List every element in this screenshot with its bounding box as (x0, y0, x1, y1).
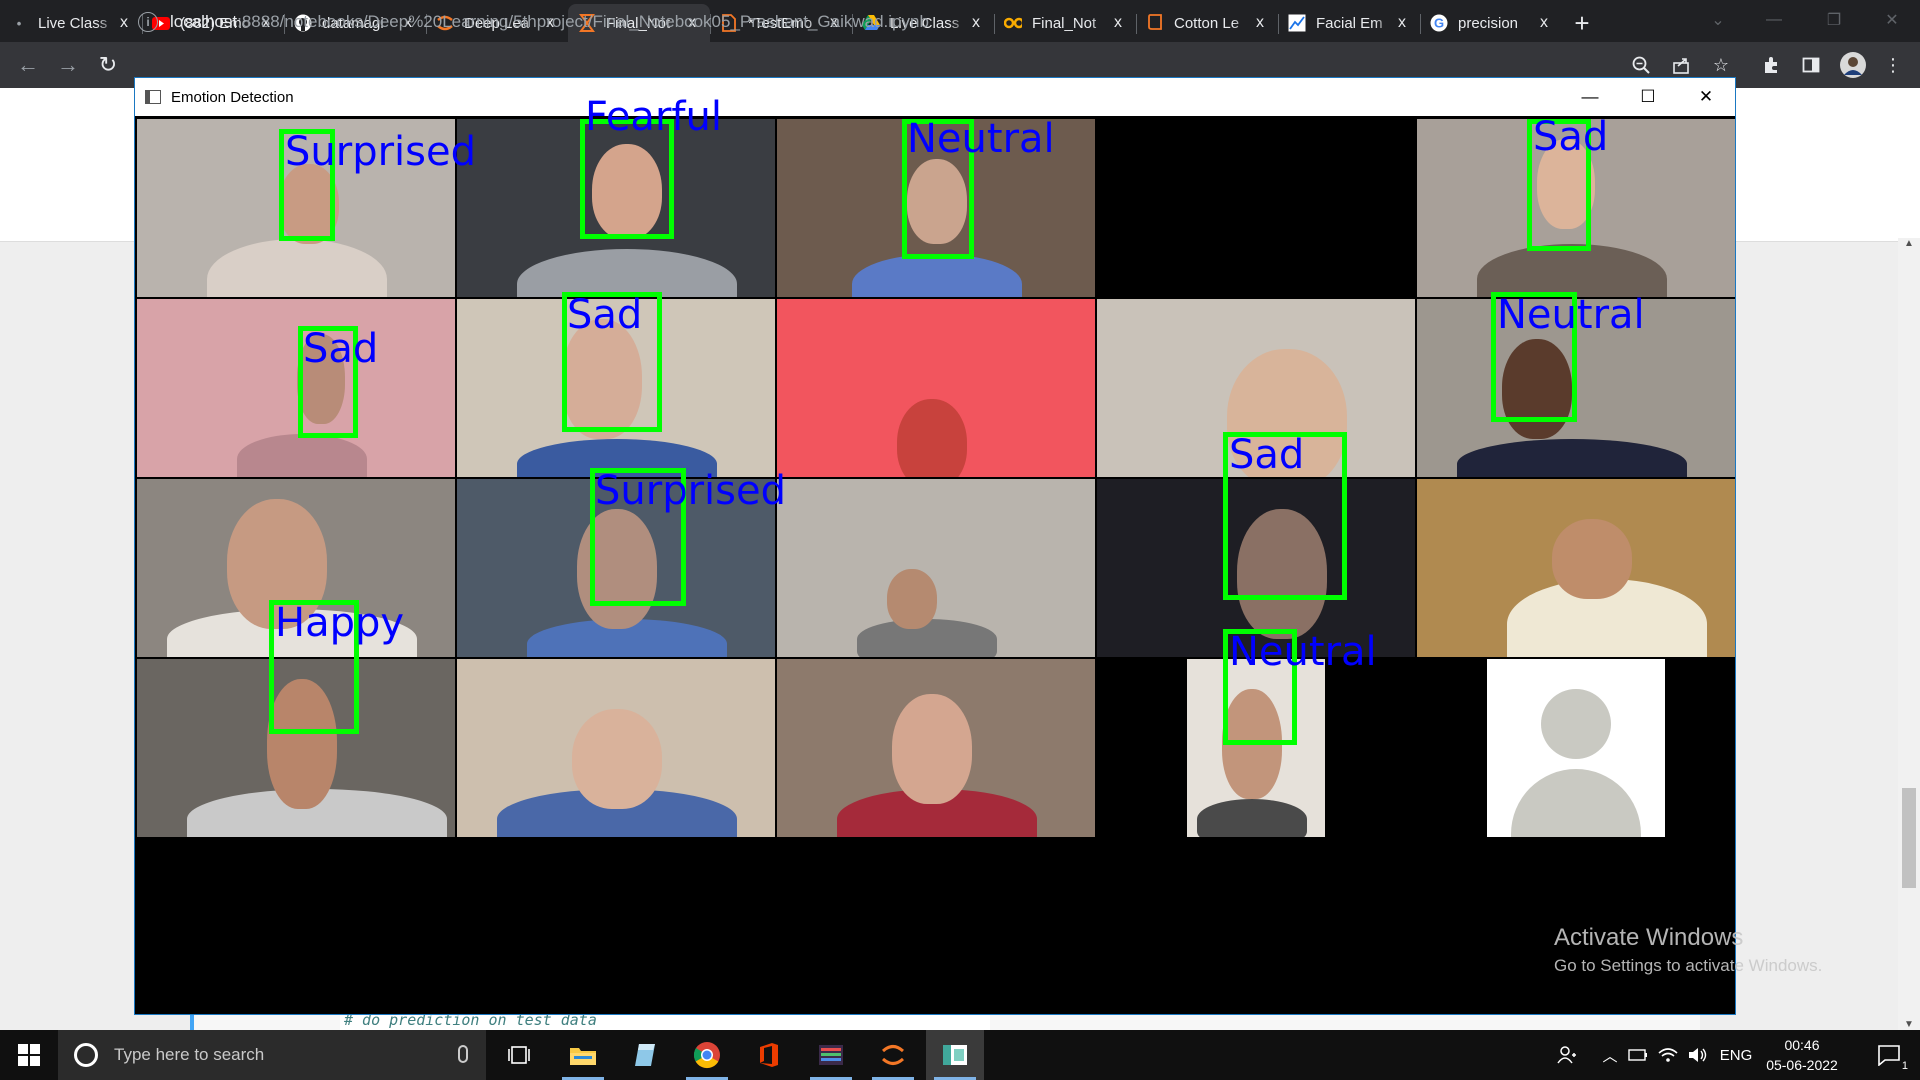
address-host: localhost (170, 12, 238, 31)
back-arrow-icon[interactable]: ← (8, 47, 48, 83)
people-icon[interactable] (1550, 1030, 1584, 1080)
clock-date: 05-06-2022 (1766, 1057, 1838, 1073)
activate-windows-watermark: Activate Windows Go to Settings to activ… (1554, 924, 1822, 976)
emotion-label: Happy (275, 600, 405, 646)
file-explorer-icon[interactable] (554, 1030, 612, 1080)
participant-tile (777, 479, 1095, 657)
address-bar[interactable]: i localhost:8888/notebooks/Deep%20Learni… (138, 6, 1738, 38)
app-window-icon (145, 90, 161, 104)
windows-taskbar: Type here to search ︿ ENG 00:46 05-06-20… (0, 1030, 1920, 1080)
emotion-label: Neutral (1497, 292, 1645, 338)
page-scrollbar[interactable]: ▲ ▼ (1898, 238, 1920, 1030)
participant-tile (457, 659, 775, 837)
emotion-label: Surprised (285, 129, 476, 175)
forward-arrow-icon[interactable]: → (48, 47, 88, 83)
microphone-icon[interactable] (458, 1045, 468, 1063)
windows-start-icon[interactable] (0, 1030, 58, 1080)
chrome-icon[interactable] (678, 1030, 736, 1080)
media-app-icon[interactable] (802, 1030, 860, 1080)
emotion-label: Neutral (1229, 629, 1377, 675)
clock-time: 00:46 (1784, 1037, 1820, 1053)
default-avatar (1487, 659, 1665, 837)
scroll-up-icon[interactable]: ▲ (1898, 238, 1920, 249)
wifi-icon[interactable] (1654, 1030, 1682, 1080)
participant-tile-avatar (1417, 659, 1735, 837)
site-info-icon[interactable]: i (138, 12, 158, 32)
extensions-icon[interactable] (1754, 48, 1788, 82)
python-window-icon[interactable] (926, 1030, 984, 1080)
participant-tile-off (1097, 119, 1415, 297)
search-placeholder: Type here to search (114, 1045, 265, 1064)
scroll-down-icon[interactable]: ▼ (1898, 1019, 1920, 1030)
emotion-detection-window: Emotion Detection — ☐ ✕ Surprised Fearfu… (134, 77, 1736, 1015)
close-window-icon[interactable]: ✕ (1868, 0, 1916, 40)
emotion-label: Sad (1229, 432, 1305, 478)
participant-tile (777, 299, 1095, 477)
profile-avatar[interactable] (1836, 48, 1870, 82)
emotion-label: Fearful (585, 94, 722, 140)
volume-icon[interactable] (1684, 1030, 1712, 1080)
window-title: Emotion Detection (171, 88, 294, 106)
maximize-icon[interactable]: ☐ (1619, 78, 1677, 116)
emotion-label: Sad (567, 292, 643, 338)
task-view-icon[interactable] (490, 1030, 548, 1080)
restore-window-icon[interactable]: ❐ (1810, 0, 1858, 40)
side-panel-icon[interactable] (1794, 48, 1828, 82)
minimize-icon[interactable]: — (1561, 78, 1619, 116)
live-class-icon: • (16, 15, 22, 31)
video-frame: Surprised Fearful Neutral Sad Sad Sad Ne… (137, 97, 1735, 837)
office-icon[interactable] (740, 1030, 798, 1080)
close-tab-icon[interactable]: x (116, 14, 132, 32)
battery-icon[interactable] (1624, 1030, 1652, 1080)
scrollbar-thumb[interactable] (1902, 788, 1916, 888)
watermark-title: Activate Windows (1554, 924, 1744, 951)
participant-tile (777, 659, 1095, 837)
window-title-bar[interactable]: Emotion Detection — ☐ ✕ (135, 78, 1735, 116)
language-indicator[interactable]: ENG (1716, 1030, 1756, 1080)
show-hidden-icons-chevron-up-icon[interactable]: ︿ (1598, 1030, 1622, 1080)
close-icon[interactable]: ✕ (1677, 78, 1735, 116)
address-path: :8888/notebooks/Deep%20Learning/5thproje… (237, 12, 929, 31)
reload-icon[interactable]: ↻ (88, 47, 128, 83)
participant-tile (137, 299, 455, 477)
participant-tile (1417, 479, 1735, 657)
notepad-icon[interactable] (616, 1030, 674, 1080)
emotion-label: Surprised (595, 468, 786, 514)
tab-title: Live Class (38, 14, 108, 32)
emotion-label: Neutral (907, 116, 1055, 162)
system-clock[interactable]: 00:46 05-06-2022 (1754, 1035, 1850, 1075)
taskbar-search-box[interactable]: Type here to search (58, 1030, 486, 1080)
emotion-label: Sad (303, 326, 379, 372)
cortana-icon (74, 1043, 98, 1067)
notification-center-icon[interactable]: 1 (1864, 1030, 1914, 1080)
minimize-window-icon[interactable]: — (1750, 0, 1798, 40)
notification-count: 1 (1901, 1060, 1908, 1072)
jupyter-taskbar-icon[interactable] (864, 1030, 922, 1080)
watermark-subtitle: Go to Settings to activate Windows. (1554, 956, 1823, 975)
emotion-label: Sad (1533, 114, 1609, 160)
browser-menu-icon[interactable]: ⋮ (1876, 48, 1910, 82)
tab-live-class[interactable]: • Live Class x (0, 4, 142, 42)
